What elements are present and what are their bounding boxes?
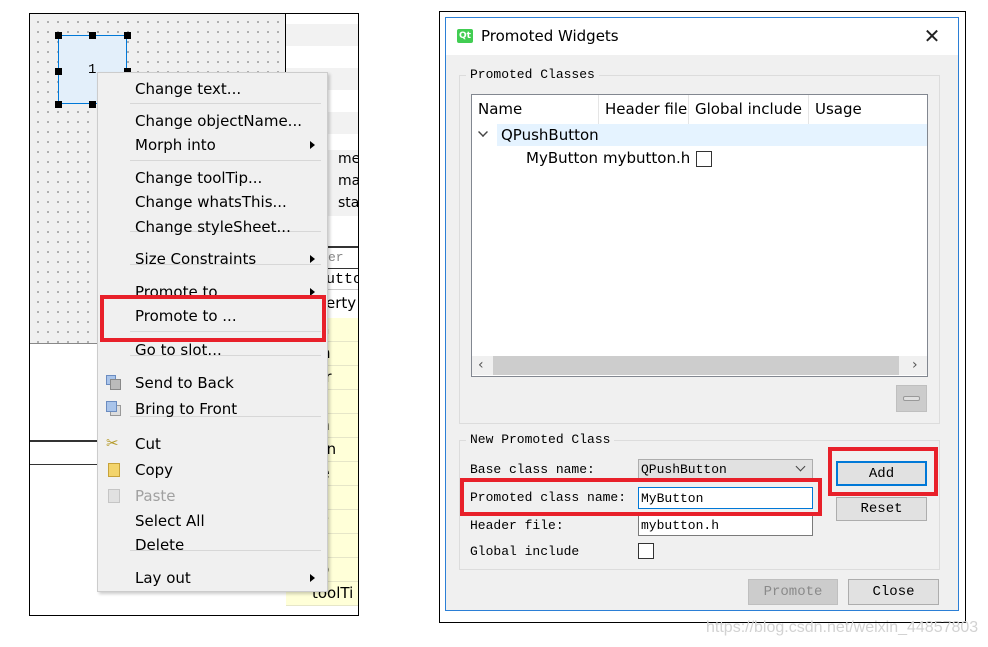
menu-item-label: Bring to Front xyxy=(135,400,238,418)
column-header-global-include[interactable]: Global include xyxy=(689,95,809,124)
menu-item-label: Change text... xyxy=(135,80,242,98)
menu-item-change-text[interactable]: Change text... xyxy=(98,79,327,99)
base-class-value: QPushButton xyxy=(641,462,727,477)
minus-icon xyxy=(903,396,920,401)
submenu-arrow-icon xyxy=(310,141,315,149)
menu-item-copy[interactable]: Copy xyxy=(98,460,327,480)
global-include-checkbox[interactable] xyxy=(696,151,712,167)
menu-item-delete[interactable]: Delete xyxy=(98,535,327,555)
header-file-input[interactable] xyxy=(638,515,813,536)
header-file-label: Header file: xyxy=(470,518,564,533)
watermark: https://blog.csdn.net/weixin_44857803 xyxy=(706,619,979,636)
send-to-back-icon xyxy=(106,375,122,391)
dialog-title: Promoted Widgets xyxy=(481,27,619,45)
menu-separator xyxy=(130,160,321,161)
menu-item-select-all[interactable]: Select All xyxy=(98,511,327,531)
column-header-header-file[interactable]: Header file xyxy=(599,95,689,124)
resize-handle[interactable] xyxy=(55,101,62,108)
global-include-checkbox[interactable] xyxy=(638,543,654,559)
tree-item-label: QPushButton xyxy=(497,124,927,146)
widget-label: 1 xyxy=(88,62,97,78)
resize-handle[interactable] xyxy=(89,32,96,39)
menu-item-label: Morph into xyxy=(135,136,216,154)
menu-item-label: Cut xyxy=(135,435,161,453)
header-file-cell: mybutton.h xyxy=(603,149,691,167)
annotation-box xyxy=(828,447,938,496)
inspector-text: ma xyxy=(338,173,359,189)
close-icon[interactable]: ✕ xyxy=(922,26,942,46)
close-button[interactable]: Close xyxy=(848,579,939,605)
qt-logo-icon: Qt xyxy=(457,29,473,43)
menu-item-label: Size Constraints xyxy=(135,250,257,268)
promote-button[interactable]: Promote xyxy=(748,579,838,605)
filter-text: er xyxy=(328,250,344,265)
menu-item-go-to-slot[interactable]: Go to slot... xyxy=(98,340,327,360)
base-class-label: Base class name: xyxy=(470,462,595,477)
copy-icon xyxy=(106,462,122,478)
menu-item-label: Lay out xyxy=(135,569,191,587)
menu-item-change-stylesheet[interactable]: Change styleSheet... xyxy=(98,217,327,237)
tree-row-qpushbutton[interactable]: QPushButton xyxy=(472,124,927,146)
scroll-right-icon[interactable]: › xyxy=(912,357,918,373)
annotation-box xyxy=(100,295,326,342)
reset-button[interactable]: Reset xyxy=(836,497,927,521)
column-header-usage[interactable]: Usage xyxy=(809,95,927,124)
paste-icon xyxy=(106,488,122,504)
resize-handle[interactable] xyxy=(55,68,62,75)
annotation-box xyxy=(460,478,822,516)
column-header-name[interactable]: Name xyxy=(472,95,599,124)
menu-item-label: Go to slot... xyxy=(135,341,222,359)
menu-item-change-objectname[interactable]: Change objectName... xyxy=(98,111,327,131)
remove-class-button[interactable] xyxy=(896,385,927,412)
scissors-icon: ✂ xyxy=(106,434,119,452)
submenu-arrow-icon xyxy=(310,255,315,263)
inspector-text: me xyxy=(338,151,359,167)
menu-item-bring-to-front[interactable]: Bring to Front xyxy=(98,399,327,419)
promoted-classes-tree[interactable]: Name Header file Global include Usage QP… xyxy=(471,94,928,377)
menu-item-cut[interactable]: Cut ✂ xyxy=(98,434,327,454)
menu-item-label: Send to Back xyxy=(135,374,234,392)
chevron-down-icon[interactable] xyxy=(478,127,488,137)
resize-handle[interactable] xyxy=(55,32,62,39)
menu-item-label: Delete xyxy=(135,536,185,554)
resize-handle[interactable] xyxy=(124,32,131,39)
tree-row-mybutton[interactable]: MyButton mybutton.h xyxy=(472,147,927,169)
menu-item-label: Copy xyxy=(135,461,174,479)
class-text: utto xyxy=(326,271,359,288)
menu-item-change-whatsthis[interactable]: Change whatsThis... xyxy=(98,192,327,212)
class-name-cell: MyButton xyxy=(526,149,599,167)
inspector-text: sta xyxy=(338,195,359,211)
scrollbar-thumb[interactable] xyxy=(493,356,899,375)
bring-to-front-icon xyxy=(106,401,122,417)
horizontal-scrollbar[interactable]: ‹ › xyxy=(472,356,927,375)
menu-item-change-tooltip[interactable]: Change toolTip... xyxy=(98,168,327,188)
menu-item-label: Change whatsThis... xyxy=(135,193,287,211)
menu-item-size-constraints[interactable]: Size Constraints xyxy=(98,249,327,269)
menu-item-label: Change styleSheet... xyxy=(135,218,291,236)
menu-item-label: Change objectName... xyxy=(135,112,302,130)
submenu-arrow-icon xyxy=(310,574,315,582)
new-promoted-class-label: New Promoted Class xyxy=(466,432,615,447)
menu-item-lay-out[interactable]: Lay out xyxy=(98,568,327,588)
promoted-classes-label: Promoted Classes xyxy=(466,67,599,82)
title-bar: Qt Promoted Widgets ✕ xyxy=(446,18,958,55)
menu-separator xyxy=(130,103,321,104)
scroll-left-icon[interactable]: ‹ xyxy=(478,357,484,373)
property-header-text: erty xyxy=(326,294,357,312)
global-include-label: Global include xyxy=(470,544,580,559)
menu-item-paste[interactable]: Paste xyxy=(98,486,327,506)
menu-item-label: Paste xyxy=(135,487,176,505)
menu-item-send-to-back[interactable]: Send to Back xyxy=(98,373,327,393)
menu-item-morph-into[interactable]: Morph into xyxy=(98,135,327,155)
resize-handle[interactable] xyxy=(89,101,96,108)
menu-item-label: Change toolTip... xyxy=(135,169,263,187)
menu-item-label: Select All xyxy=(135,512,205,530)
chevron-down-icon xyxy=(795,461,806,472)
